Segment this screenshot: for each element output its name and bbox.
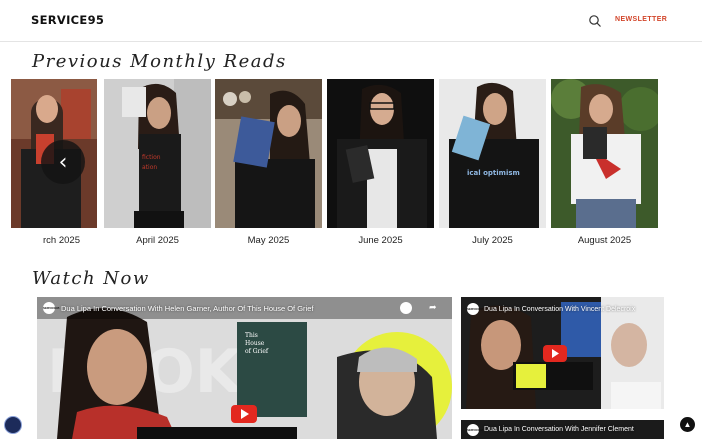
video-thumbnail: BOOK This House of Grief — [37, 297, 452, 439]
carousel-caption: rch 2025 — [43, 235, 80, 246]
newsletter-link[interactable]: NEWSLETTER — [615, 16, 667, 23]
svg-text:ation: ation — [142, 164, 157, 171]
carousel-caption: May 2025 — [247, 235, 290, 246]
share-icon[interactable]: ➦ — [429, 302, 437, 313]
svg-text:fiction: fiction — [142, 154, 161, 161]
chevron-left-icon: ‹ — [58, 149, 68, 175]
video-title: Dua Lipa In Conversation With Helen Garn… — [61, 304, 314, 313]
video-player-main[interactable]: BOOK This House of Grief SERVICE95 Dua L… — [37, 297, 452, 439]
carousel-caption: April 2025 — [136, 235, 179, 246]
arrow-up-icon[interactable]: ▲ — [680, 417, 695, 432]
carousel-prev-button[interactable]: ‹ — [41, 140, 85, 184]
search-icon[interactable] — [588, 14, 602, 28]
cover-photo — [327, 79, 434, 228]
video-title: Dua Lipa In Conversation With Jennifer C… — [484, 426, 634, 433]
channel-avatar: SERVICE95 — [467, 424, 483, 436]
carousel-caption: June 2025 — [358, 235, 403, 246]
accessibility-icon[interactable] — [4, 416, 22, 434]
svg-text:House: House — [245, 340, 265, 347]
svg-text:This: This — [245, 332, 258, 339]
cover-photo: fiction ation — [104, 79, 211, 228]
cover-photo — [215, 79, 322, 228]
video-card[interactable]: SERVICE95 Dua Lipa In Conversation With … — [461, 420, 664, 439]
video-title: Dua Lipa In Conversation With Vincent De… — [484, 306, 636, 313]
watch-now-title: Watch Now — [32, 268, 150, 289]
svg-text:of Grief: of Grief — [245, 348, 269, 355]
site-logo[interactable]: SERVICE95 — [31, 13, 104, 27]
cover-photo: ical optimism — [439, 79, 546, 228]
video-card[interactable]: SERVICE95 Dua Lipa In Conversation With … — [461, 297, 664, 409]
cover-photo — [551, 79, 658, 228]
channel-avatar: SERVICE95 — [43, 302, 59, 314]
previous-reads-title: Previous Monthly Reads — [32, 51, 287, 72]
site-header: SERVICE95 NEWSLETTER — [0, 0, 702, 42]
channel-avatar: SERVICE95 — [467, 303, 483, 315]
video-thumbnail — [461, 297, 664, 409]
carousel-caption: July 2025 — [472, 235, 513, 246]
svg-text:ical optimism: ical optimism — [467, 169, 520, 177]
monthly-reads-carousel: rch 2025 fiction ation April 2025 May 20… — [0, 79, 702, 249]
carousel-caption: August 2025 — [577, 235, 632, 246]
clock-icon[interactable] — [400, 302, 412, 314]
